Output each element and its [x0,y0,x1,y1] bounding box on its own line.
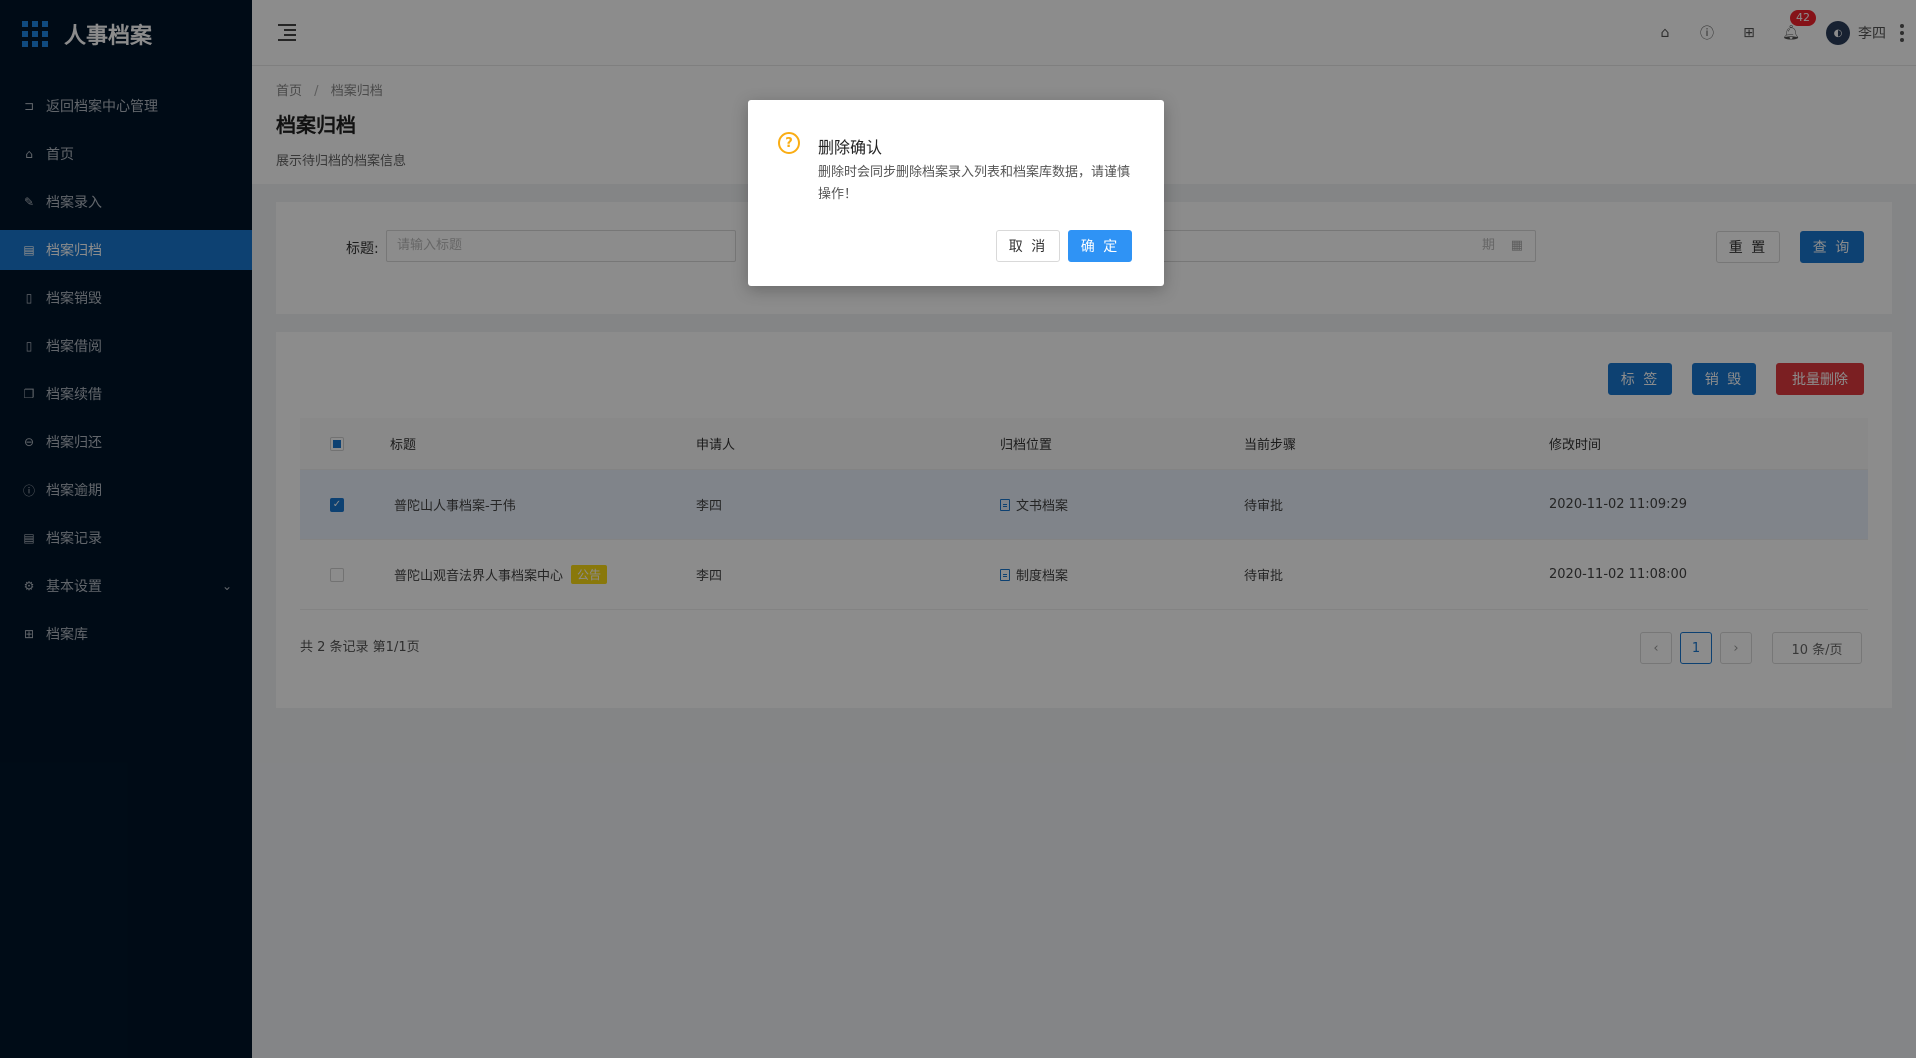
cancel-button[interactable]: 取 消 [996,230,1060,262]
delete-confirm-dialog: ? 删除确认 删除时会同步删除档案录入列表和档案库数据，请谨慎操作！ 取 消 确… [748,100,1164,286]
confirm-button[interactable]: 确 定 [1068,230,1132,262]
dialog-content: 删除时会同步删除档案录入列表和档案库数据，请谨慎操作！ [818,165,1131,202]
question-icon: ? [778,132,800,154]
dialog-actions: 取 消 确 定 [996,230,1132,262]
dialog-title: 删除确认 [818,138,883,157]
